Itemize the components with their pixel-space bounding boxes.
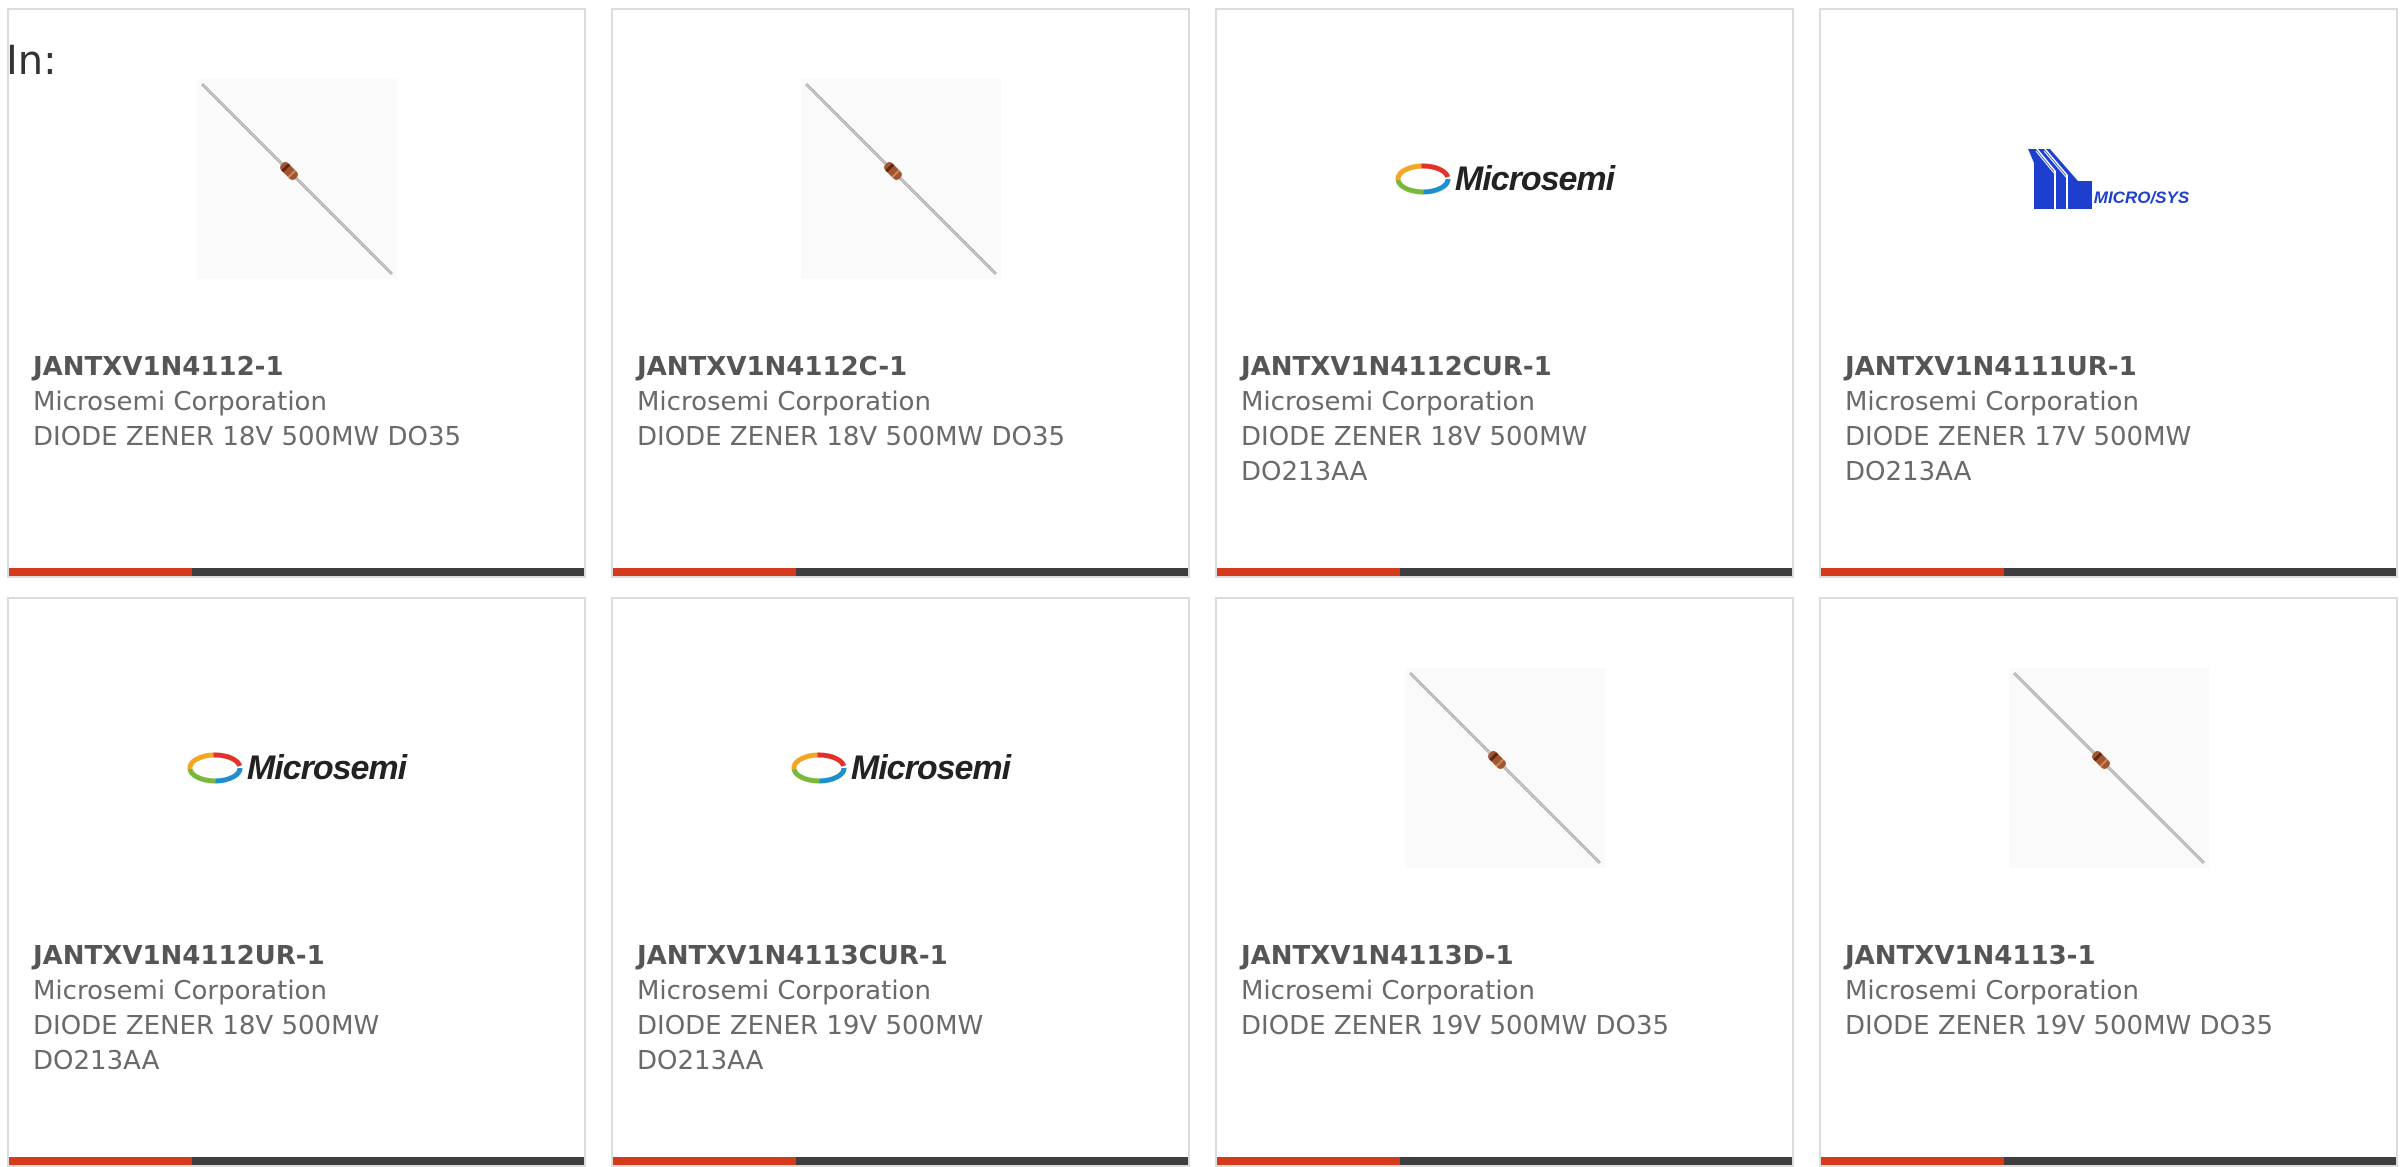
product-info: JANTXV1N4112CUR-1 Microsemi Corporation … xyxy=(1241,350,1768,490)
product-image-area xyxy=(1821,663,2396,873)
card-bar-accent xyxy=(9,568,192,576)
card-bar-accent xyxy=(1821,1157,2004,1165)
part-number[interactable]: JANTXV1N4113CUR-1 xyxy=(637,939,1164,974)
card-bar-accent xyxy=(613,568,796,576)
card-bottom-bar xyxy=(1821,568,2396,576)
product-description: DIODE ZENER 19V 500MW DO35 xyxy=(1845,1011,2274,1041)
card-bar-accent xyxy=(9,1157,192,1165)
product-info: JANTXV1N4112C-1 Microsemi Corporation DI… xyxy=(637,350,1164,455)
product-card[interactable]: JANTXV1N4113D-1 Microsemi Corporation DI… xyxy=(1215,597,1794,1167)
microsemi-logo: Microsemi xyxy=(1395,159,1615,199)
manufacturer: Microsemi Corporation xyxy=(1241,387,1535,417)
card-bar-accent xyxy=(1821,568,2004,576)
card-bottom-bar xyxy=(9,568,584,576)
product-description: DIODE ZENER 18V 500MW DO35 xyxy=(33,422,462,452)
product-info: JANTXV1N4112-1 Microsemi Corporation DIO… xyxy=(33,350,560,455)
product-description: DIODE ZENER 18V 500MW DO213AA xyxy=(33,1011,380,1076)
product-info: JANTXV1N4113CUR-1 Microsemi Corporation … xyxy=(637,939,1164,1079)
product-description: DIODE ZENER 19V 500MW DO35 xyxy=(1241,1011,1670,1041)
card-bottom-bar xyxy=(9,1157,584,1165)
product-description: DIODE ZENER 17V 500MW DO213AA xyxy=(1845,422,2192,487)
product-card[interactable]: JANTXV1N4113-1 Microsemi Corporation DIO… xyxy=(1819,597,2398,1167)
card-bar-accent xyxy=(613,1157,796,1165)
microsys-logo-text: MICRO/SYS xyxy=(2093,188,2190,207)
product-image-area: MICRO/SYS xyxy=(1821,74,2396,284)
card-bottom-bar xyxy=(613,1157,1188,1165)
product-grid: JANTXV1N4112-1 Microsemi Corporation DIO… xyxy=(7,8,2400,1167)
card-bar-rest xyxy=(796,568,1188,576)
product-info: JANTXV1N4112UR-1 Microsemi Corporation D… xyxy=(33,939,560,1079)
card-bar-rest xyxy=(2004,1157,2396,1165)
product-image-area: Microsemi xyxy=(1217,74,1792,284)
card-bar-rest xyxy=(2004,568,2396,576)
manufacturer: Microsemi Corporation xyxy=(33,387,327,417)
card-bar-rest xyxy=(1400,1157,1792,1165)
card-bottom-bar xyxy=(1217,1157,1792,1165)
card-bar-rest xyxy=(192,1157,584,1165)
microsys-logo: MICRO/SYS xyxy=(2027,149,2190,209)
card-bottom-bar xyxy=(1217,568,1792,576)
card-bottom-bar xyxy=(613,568,1188,576)
card-bar-rest xyxy=(796,1157,1188,1165)
axial-diode-image xyxy=(196,79,397,279)
product-info: JANTXV1N4111UR-1 Microsemi Corporation D… xyxy=(1845,350,2372,490)
product-info: JANTXV1N4113-1 Microsemi Corporation DIO… xyxy=(1845,939,2372,1044)
product-card[interactable]: Microsemi JANTXV1N4112CUR-1 Microsemi Co… xyxy=(1215,8,1794,578)
product-image-area xyxy=(613,74,1188,284)
axial-diode-image xyxy=(2008,668,2209,868)
manufacturer: Microsemi Corporation xyxy=(637,976,931,1006)
manufacturer: Microsemi Corporation xyxy=(1845,387,2139,417)
card-bar-rest xyxy=(1400,568,1792,576)
axial-diode-image xyxy=(1404,668,1605,868)
part-number[interactable]: JANTXV1N4111UR-1 xyxy=(1845,350,2372,385)
part-number[interactable]: JANTXV1N4113-1 xyxy=(1845,939,2372,974)
part-number[interactable]: JANTXV1N4113D-1 xyxy=(1241,939,1768,974)
card-bar-accent xyxy=(1217,1157,1400,1165)
product-card[interactable]: Microsemi JANTXV1N4112UR-1 Microsemi Cor… xyxy=(7,597,586,1167)
microsemi-logo-text: Microsemi xyxy=(1454,159,1615,198)
product-description: DIODE ZENER 19V 500MW DO213AA xyxy=(637,1011,984,1076)
card-bar-accent xyxy=(1217,568,1400,576)
microsemi-logo: Microsemi xyxy=(187,748,407,788)
product-description: DIODE ZENER 18V 500MW DO35 xyxy=(637,422,1066,452)
manufacturer: Microsemi Corporation xyxy=(637,387,931,417)
microsys-mark-icon xyxy=(2027,149,2092,209)
microsemi-logo-text: Microsemi xyxy=(246,748,407,787)
product-image-area: Microsemi xyxy=(613,663,1188,873)
product-image-area: Microsemi xyxy=(9,663,584,873)
card-bar-rest xyxy=(192,568,584,576)
microsemi-logo-text: Microsemi xyxy=(850,748,1011,787)
filter-in-label: In: xyxy=(6,38,57,84)
microsemi-swirl-icon xyxy=(1395,163,1451,195)
card-bottom-bar xyxy=(1821,1157,2396,1165)
product-info: JANTXV1N4113D-1 Microsemi Corporation DI… xyxy=(1241,939,1768,1044)
part-number[interactable]: JANTXV1N4112CUR-1 xyxy=(1241,350,1768,385)
product-description: DIODE ZENER 18V 500MW DO213AA xyxy=(1241,422,1588,487)
product-card[interactable]: JANTXV1N4112C-1 Microsemi Corporation DI… xyxy=(611,8,1190,578)
product-image-area xyxy=(1217,663,1792,873)
product-card[interactable]: Microsemi JANTXV1N4113CUR-1 Microsemi Co… xyxy=(611,597,1190,1167)
manufacturer: Microsemi Corporation xyxy=(1241,976,1535,1006)
product-card[interactable]: MICRO/SYS JANTXV1N4111UR-1 Microsemi Cor… xyxy=(1819,8,2398,578)
manufacturer: Microsemi Corporation xyxy=(33,976,327,1006)
product-image-area xyxy=(9,74,584,284)
microsemi-logo: Microsemi xyxy=(791,748,1011,788)
part-number[interactable]: JANTXV1N4112UR-1 xyxy=(33,939,560,974)
manufacturer: Microsemi Corporation xyxy=(1845,976,2139,1006)
part-number[interactable]: JANTXV1N4112-1 xyxy=(33,350,560,385)
product-card[interactable]: JANTXV1N4112-1 Microsemi Corporation DIO… xyxy=(7,8,586,578)
microsemi-swirl-icon xyxy=(187,752,243,784)
microsemi-swirl-icon xyxy=(791,752,847,784)
axial-diode-image xyxy=(800,79,1001,279)
part-number[interactable]: JANTXV1N4112C-1 xyxy=(637,350,1164,385)
